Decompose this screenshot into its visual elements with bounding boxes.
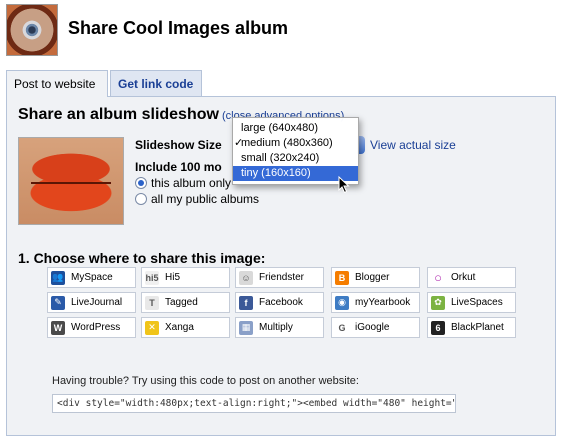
radio-label: all my public albums (151, 192, 260, 206)
share-service-label: Facebook (259, 297, 303, 308)
dropdown-option-small[interactable]: small (320x240) (233, 151, 358, 166)
mouse-cursor-icon (338, 176, 350, 194)
share-igoogle-button[interactable]: GiGoogle (331, 317, 420, 338)
view-actual-size-link[interactable]: View actual size (370, 138, 456, 152)
tagged-icon: T (145, 295, 159, 310)
option-label: medium (480x360) (241, 137, 333, 149)
share-multiply-button[interactable]: ▦ Multiply (235, 317, 324, 338)
share-tagged-button[interactable]: T Tagged (141, 292, 230, 313)
share-service-label: MySpace (71, 272, 113, 283)
radio-button[interactable] (135, 193, 147, 205)
dropdown-option-large[interactable]: large (640x480) (233, 121, 358, 136)
share-service-label: Multiply (259, 322, 293, 333)
album-thumbnail (6, 4, 58, 56)
igoogle-icon: G (335, 320, 349, 335)
tab-get-link-code[interactable]: Get link code (110, 70, 202, 97)
blogger-icon: B (335, 270, 349, 285)
share-service-label: BlackPlanet (451, 322, 504, 333)
myspace-icon: 👥 (51, 270, 65, 285)
share-myspace-button[interactable]: 👥 MySpace (47, 267, 136, 288)
share-service-label: Orkut (451, 272, 476, 283)
share-livespaces-button[interactable]: ✿ LiveSpaces (427, 292, 516, 313)
share-service-label: Tagged (165, 297, 198, 308)
share-service-label: Friendster (259, 272, 305, 283)
xanga-icon: ✕ (145, 320, 159, 335)
slideshow-size-dropdown: large (640x480) ✓ medium (480x360) small… (232, 117, 359, 185)
option-label: small (320x240) (241, 152, 320, 164)
share-xanga-button[interactable]: ✕ Xanga (141, 317, 230, 338)
share-service-label: WordPress (71, 322, 121, 333)
slideshow-size-label: Slideshow Size (135, 138, 222, 152)
share-hi5-button[interactable]: hi5 Hi5 (141, 267, 230, 288)
share-service-label: Hi5 (165, 272, 181, 283)
include-label: Include 100 mo (135, 160, 222, 174)
trouble-text: Having trouble? Try using this code to p… (52, 375, 359, 387)
share-service-label: iGoogle (355, 322, 390, 333)
share-wordpress-button[interactable]: W WordPress (47, 317, 136, 338)
choose-share-title: 1. Choose where to share this image: (18, 250, 266, 266)
radio-label: this album only (151, 176, 232, 190)
slideshow-preview-image (18, 137, 124, 225)
share-blackplanet-button[interactable]: 6 BlackPlanet (427, 317, 516, 338)
embed-code-field[interactable]: <div style="width:480px;text-align:right… (52, 394, 456, 413)
facebook-icon: f (239, 295, 253, 310)
share-service-label: Blogger (355, 272, 390, 283)
share-livejournal-button[interactable]: ✎ LiveJournal (47, 292, 136, 313)
radio-button[interactable] (135, 177, 147, 189)
share-friendster-button[interactable]: ☺ Friendster (235, 267, 324, 288)
share-myyearbook-button[interactable]: ◉ myYearbook (331, 292, 420, 313)
multiply-icon: ▦ (239, 320, 253, 335)
orkut-icon: ○ (431, 270, 445, 285)
livejournal-icon: ✎ (51, 295, 65, 310)
myyearbook-icon: ◉ (335, 295, 349, 310)
hi5-icon: hi5 (145, 270, 159, 285)
option-label: tiny (160x160) (241, 167, 311, 179)
share-facebook-button[interactable]: f Facebook (235, 292, 324, 313)
share-blogger-button[interactable]: B Blogger (331, 267, 420, 288)
share-service-label: myYearbook (355, 297, 411, 308)
section-title: Share an album slideshow (18, 106, 219, 123)
tab-post-to-website[interactable]: Post to website (6, 70, 108, 97)
share-orkut-button[interactable]: ○ Orkut (427, 267, 516, 288)
page-title: Share Cool Images album (68, 18, 289, 38)
share-service-label: LiveSpaces (451, 297, 503, 308)
blackplanet-icon: 6 (431, 320, 445, 335)
friendster-icon: ☺ (239, 270, 253, 285)
share-service-label: LiveJournal (71, 297, 123, 308)
wordpress-icon: W (51, 320, 65, 335)
checkmark-icon: ✓ (234, 137, 244, 149)
radio-all-public-albums[interactable]: all my public albums (135, 192, 259, 206)
share-service-label: Xanga (165, 322, 194, 333)
livespaces-icon: ✿ (431, 295, 445, 310)
option-label: large (640x480) (241, 122, 319, 134)
dropdown-option-medium[interactable]: ✓ medium (480x360) (233, 136, 358, 151)
radio-this-album-only[interactable]: this album only (135, 176, 231, 190)
